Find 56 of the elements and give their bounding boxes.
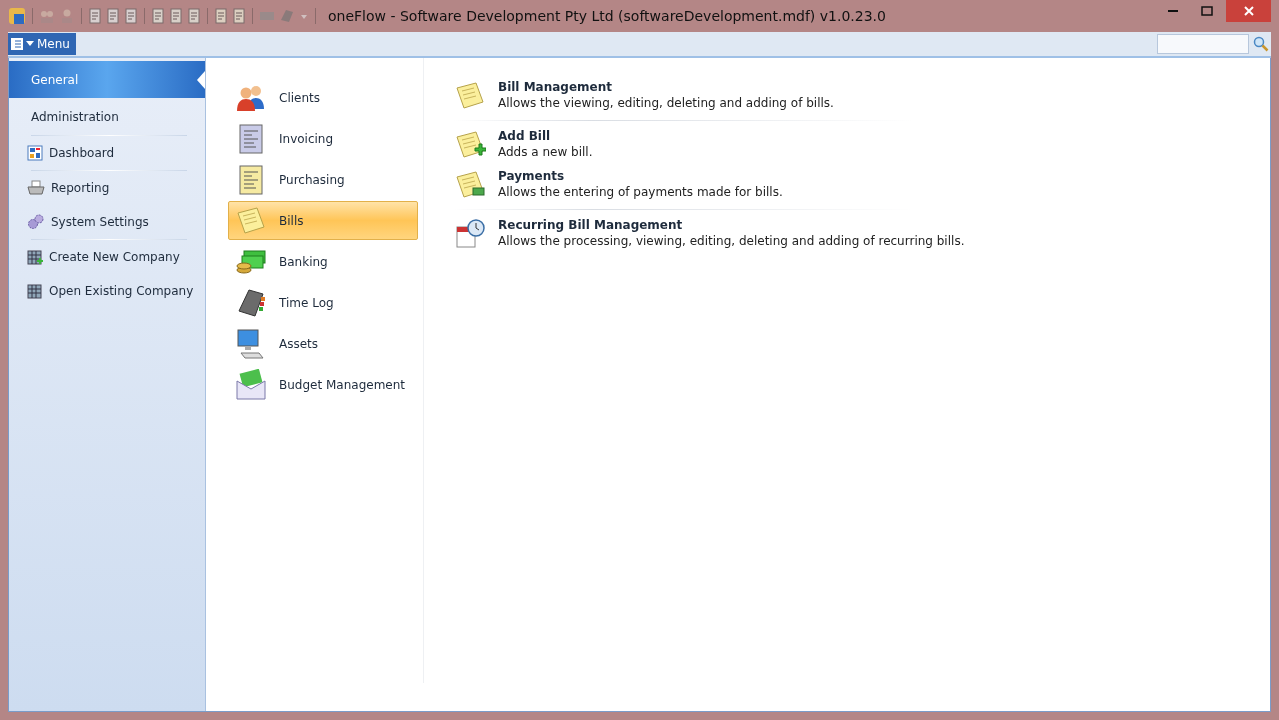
database-add-icon (27, 249, 43, 265)
computer-icon (235, 327, 267, 360)
sidebar-item[interactable]: General (9, 61, 205, 98)
search-icon[interactable] (1253, 36, 1269, 52)
maximize-icon (1201, 6, 1213, 16)
action-description: Allows the entering of payments made for bills. (498, 185, 783, 199)
envelope-money-icon (235, 368, 267, 401)
note-icon[interactable] (232, 8, 246, 24)
database-icon (27, 283, 43, 299)
sidebar-item[interactable]: Open Existing Company (9, 274, 205, 308)
calendar-clock-icon (454, 218, 486, 250)
category-item[interactable]: Clients (228, 78, 418, 117)
menu-button[interactable]: Menu (8, 33, 76, 55)
action-description: Allows the processing, viewing, editing, deleting and adding of recurring bills. (498, 234, 965, 248)
document-icon[interactable] (169, 8, 183, 24)
app-logo-icon[interactable] (8, 7, 26, 25)
action-link[interactable]: Bill Management (498, 80, 834, 94)
person-icon[interactable] (59, 8, 75, 24)
gears-icon (27, 214, 45, 230)
sidebar-item[interactable]: Dashboard (9, 136, 205, 170)
dashboard-icon (27, 145, 43, 161)
document-icon[interactable] (124, 8, 138, 24)
document-icon[interactable] (106, 8, 120, 24)
sidebar-item[interactable]: System Settings (9, 205, 205, 239)
people-icon[interactable] (39, 8, 55, 24)
sidebar-item[interactable]: Reporting (9, 171, 205, 205)
category-item[interactable]: Banking (228, 242, 418, 281)
category-item[interactable]: Purchasing (228, 160, 418, 199)
sidebar-item[interactable]: Create New Company (9, 240, 205, 274)
note-icon (235, 204, 267, 237)
note-payment-icon (454, 169, 486, 201)
note-icon[interactable] (214, 8, 228, 24)
note-add-icon (454, 129, 486, 161)
action-link[interactable]: Payments (498, 169, 783, 183)
document-icon[interactable] (151, 8, 165, 24)
close-icon (1242, 5, 1255, 17)
category-item[interactable]: Invoicing (228, 119, 418, 158)
document-icon[interactable] (187, 8, 201, 24)
search-field[interactable] (1157, 34, 1249, 54)
window-title: oneFlow - Software Development Pty Ltd (softwareDevelopment.mdf) v1.0.23.0 (328, 8, 886, 24)
caret-icon (26, 41, 34, 47)
action-description: Adds a new bill. (498, 145, 593, 159)
sidebar-item[interactable]: Administration (9, 98, 205, 135)
action-link[interactable]: Recurring Bill Management (498, 218, 965, 232)
category-item[interactable]: Bills (228, 201, 418, 240)
printer-icon (27, 180, 45, 196)
category-item[interactable]: Budget Management (228, 365, 418, 404)
menu-icon (11, 38, 23, 50)
note-icon (454, 80, 486, 112)
document-icon[interactable] (88, 8, 102, 24)
action-link[interactable]: Add Bill (498, 129, 593, 143)
minimize-icon (1168, 10, 1178, 12)
category-item[interactable]: Time Log (228, 283, 418, 322)
action-description: Allows the viewing, editing, deleting and adding of bills. (498, 96, 834, 110)
close-button[interactable] (1226, 0, 1271, 22)
category-item[interactable]: Assets (228, 324, 418, 363)
